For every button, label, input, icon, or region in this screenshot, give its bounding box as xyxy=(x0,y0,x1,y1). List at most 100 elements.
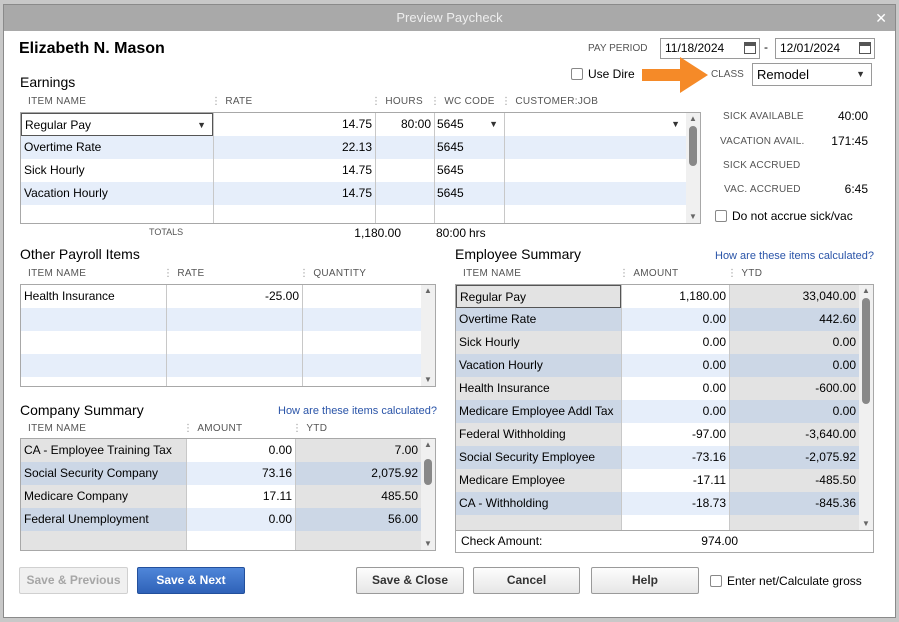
earnings-customer-cell[interactable] xyxy=(504,136,686,159)
earnings-wc-cell[interactable]: 5645 xyxy=(434,159,504,182)
table-row: Sick Hourly 0.00 0.00 xyxy=(456,331,859,354)
employee-summary-scrollbar[interactable]: ▲ ▼ xyxy=(859,285,873,530)
other-header-quantity: QUANTITY xyxy=(313,268,367,279)
company-summary-scrollbar[interactable]: ▲ ▼ xyxy=(421,439,435,550)
employee-header-amount-wrap: ⋮ AMOUNT xyxy=(619,268,679,279)
scroll-up-icon[interactable]: ▲ xyxy=(421,285,435,297)
table-row[interactable] xyxy=(21,308,421,331)
help-button[interactable]: Help xyxy=(591,567,699,594)
earnings-hours-cell[interactable]: 80:00 xyxy=(375,113,434,136)
scroll-thumb[interactable] xyxy=(689,126,697,166)
company-ytd-cell xyxy=(295,531,421,550)
earnings-rate-cell[interactable]: 14.75 xyxy=(213,182,375,205)
earnings-hours-cell[interactable] xyxy=(375,136,434,159)
employee-amount-cell: -18.73 xyxy=(621,492,729,515)
save-next-button[interactable]: Save & Next xyxy=(137,567,245,594)
earnings-rate-cell[interactable]: 14.75 xyxy=(213,159,375,182)
other-item-cell[interactable]: Health Insurance xyxy=(21,285,166,308)
employee-item-cell: Regular Pay xyxy=(456,285,621,308)
column-divider xyxy=(295,439,296,550)
earnings-header-rate: RATE xyxy=(225,96,253,107)
company-ytd-cell: 2,075.92 xyxy=(295,462,421,485)
earnings-item-cell[interactable]: Sick Hourly xyxy=(21,159,213,182)
scroll-down-icon[interactable]: ▼ xyxy=(421,374,435,386)
earnings-hours-cell[interactable] xyxy=(375,159,434,182)
vac-accrued-value: 6:45 xyxy=(844,182,868,196)
other-payroll-scrollbar[interactable]: ▲ ▼ xyxy=(421,285,435,386)
earnings-wc-cell[interactable]: 5645 ▼ xyxy=(434,113,504,136)
table-row[interactable] xyxy=(21,331,421,354)
scroll-up-icon[interactable]: ▲ xyxy=(421,439,435,451)
scroll-down-icon[interactable]: ▼ xyxy=(686,211,700,223)
table-row[interactable] xyxy=(21,354,421,377)
scroll-down-icon[interactable]: ▼ xyxy=(859,518,873,530)
pay-period-start-value: 11/18/2024 xyxy=(665,41,725,55)
earnings-hours-cell[interactable] xyxy=(375,182,434,205)
save-previous-button[interactable]: Save & Previous xyxy=(19,567,128,594)
earnings-wc-cell[interactable]: 5645 xyxy=(434,136,504,159)
do-not-accrue-checkbox[interactable] xyxy=(715,210,727,222)
earnings-header-hours: HOURS xyxy=(385,96,423,107)
use-direct-deposit-checkbox[interactable] xyxy=(571,68,583,80)
table-row: Social Security Employee -73.16 -2,075.92 xyxy=(456,446,859,469)
table-row: Health Insurance 0.00 -600.00 xyxy=(456,377,859,400)
earnings-item-cell[interactable]: Vacation Hourly xyxy=(21,182,213,205)
check-amount-value: 974.00 xyxy=(701,534,738,548)
other-header-rate: RATE xyxy=(177,268,205,279)
close-icon[interactable]: ✕ xyxy=(875,5,887,31)
table-row[interactable]: Sick Hourly 14.75 5645 xyxy=(21,159,686,182)
column-divider xyxy=(186,439,187,550)
save-close-button[interactable]: Save & Close xyxy=(356,567,464,594)
earnings-item-cell[interactable]: Overtime Rate xyxy=(21,136,213,159)
company-calc-link[interactable]: How are these items calculated? xyxy=(278,405,437,417)
table-row: Overtime Rate 0.00 442.60 xyxy=(456,308,859,331)
vacation-avail-value: 171:45 xyxy=(831,134,868,148)
column-divider xyxy=(213,113,214,223)
chevron-down-icon[interactable]: ▼ xyxy=(489,113,498,136)
pay-period-end-field[interactable]: 12/01/2024 xyxy=(775,38,875,59)
other-header-rate-wrap: ⋮ RATE xyxy=(163,268,205,279)
chevron-down-icon[interactable]: ▼ xyxy=(197,114,206,135)
scroll-up-icon[interactable]: ▲ xyxy=(859,285,873,297)
class-dropdown[interactable]: Remodel ▼ xyxy=(752,63,872,86)
earnings-wc-cell[interactable]: 5645 xyxy=(434,182,504,205)
employee-item-cell: Overtime Rate xyxy=(456,308,621,331)
earnings-customer-cell[interactable] xyxy=(504,182,686,205)
table-row[interactable]: Regular Pay ▼ 14.75 80:00 5645 ▼ ▼ xyxy=(21,113,686,136)
earnings-customer-cell[interactable]: ▼ xyxy=(504,113,686,136)
company-amount-cell xyxy=(186,531,295,550)
company-item-cell: CA - Employee Training Tax xyxy=(21,439,186,462)
earnings-rate-cell[interactable]: 22.13 xyxy=(213,136,375,159)
table-row xyxy=(456,515,859,530)
earnings-item-cell[interactable]: Regular Pay ▼ xyxy=(21,113,213,136)
earnings-scrollbar[interactable]: ▲ ▼ xyxy=(686,113,700,223)
employee-amount-cell: 0.00 xyxy=(621,331,729,354)
scroll-down-icon[interactable]: ▼ xyxy=(421,538,435,550)
company-amount-cell: 17.11 xyxy=(186,485,295,508)
enter-net-checkbox[interactable] xyxy=(710,575,722,587)
earnings-header-customer-wrap: ⋮ CUSTOMER:JOB xyxy=(501,96,599,107)
table-row[interactable]: Overtime Rate 22.13 5645 xyxy=(21,136,686,159)
calendar-icon[interactable] xyxy=(744,42,756,54)
company-ytd-cell: 56.00 xyxy=(295,508,421,531)
employee-calc-link[interactable]: How are these items calculated? xyxy=(715,250,874,262)
earnings-rate-cell[interactable]: 14.75 xyxy=(213,113,375,136)
earnings-customer-cell[interactable] xyxy=(504,159,686,182)
scroll-thumb[interactable] xyxy=(424,459,432,485)
preview-paycheck-window: Preview Paycheck ✕ Elizabeth N. Mason PA… xyxy=(3,4,896,618)
other-quantity-cell[interactable] xyxy=(302,285,421,308)
scroll-thumb[interactable] xyxy=(862,298,870,404)
other-rate-cell[interactable]: -25.00 xyxy=(166,285,302,308)
window-title: Preview Paycheck xyxy=(396,10,503,25)
table-row[interactable]: Vacation Hourly 14.75 5645 xyxy=(21,182,686,205)
table-row[interactable]: Health Insurance -25.00 xyxy=(21,285,421,308)
employee-header-amount: AMOUNT xyxy=(633,268,679,279)
cancel-button[interactable]: Cancel xyxy=(473,567,580,594)
chevron-down-icon[interactable]: ▼ xyxy=(671,113,680,136)
scroll-up-icon[interactable]: ▲ xyxy=(686,113,700,125)
employee-amount-cell: 0.00 xyxy=(621,354,729,377)
calendar-icon[interactable] xyxy=(859,42,871,54)
pay-period-start-field[interactable]: 11/18/2024 xyxy=(660,38,760,59)
company-item-cell: Federal Unemployment xyxy=(21,508,186,531)
enter-net-label: Enter net/Calculate gross xyxy=(727,574,862,588)
